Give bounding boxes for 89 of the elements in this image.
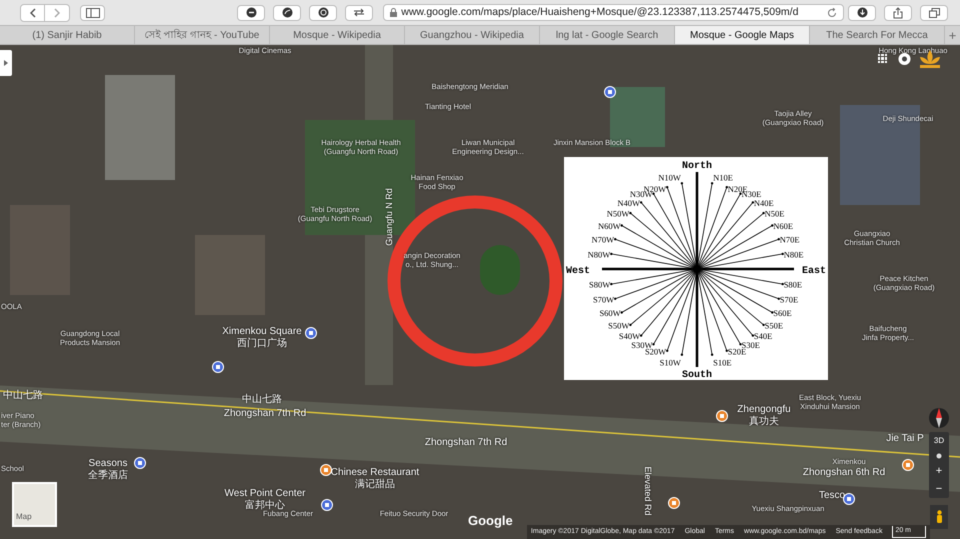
place-label: Seasons 全季酒店: [88, 458, 128, 481]
bearing-label: S80W: [589, 280, 610, 290]
bearing-label: S10W: [660, 358, 681, 368]
bearing-label: N80E: [784, 249, 804, 260]
map-marker-icon[interactable]: [212, 361, 224, 373]
bearing-label: S40E: [754, 331, 772, 342]
bearing-label: S50W: [608, 320, 630, 330]
bearing-label: N60E: [773, 221, 794, 231]
bearing-label: N50W: [606, 208, 630, 219]
stop-sign-icon: [246, 7, 257, 18]
bearing-label: S10E: [713, 358, 732, 368]
zoom-in-button[interactable]: +: [929, 462, 949, 480]
road-label: 中山七路: [242, 394, 282, 406]
extension-button[interactable]: [309, 4, 338, 20]
extension-button[interactable]: [345, 4, 374, 20]
map-marker-icon[interactable]: [320, 464, 332, 476]
satellite-map[interactable]: [0, 45, 960, 539]
place-label: Zhengongfu 真功夫: [737, 404, 791, 427]
cardinal-label: West: [566, 266, 590, 277]
cardinal-label: East: [802, 266, 826, 277]
map-marker-icon[interactable]: [305, 327, 317, 339]
new-tab-button[interactable]: +: [945, 26, 960, 44]
map-marker-icon[interactable]: [604, 86, 616, 98]
map-marker-icon[interactable]: [843, 493, 855, 505]
bearing-label: S60E: [773, 308, 792, 318]
bearing-label: S60W: [599, 308, 621, 318]
download-icon: [856, 7, 868, 18]
pegman-button[interactable]: [930, 505, 948, 529]
tabs-icon: [928, 8, 940, 18]
extension-button[interactable]: [237, 4, 266, 20]
download-button[interactable]: [848, 4, 876, 20]
bearing-label: N40E: [754, 198, 774, 208]
3d-view-button[interactable]: 3D: [929, 432, 949, 450]
share-icon: [893, 6, 903, 18]
bearing-label: N50E: [764, 208, 784, 219]
bearing-label: N70W: [592, 234, 614, 245]
place-label: Tesco: [818, 490, 846, 502]
bearing-label: N10W: [658, 172, 681, 182]
road-label: Guangfu N Rd: [384, 188, 394, 246]
bearing-label: S70E: [780, 294, 798, 304]
map-type-thumbnail[interactable]: Map: [12, 482, 57, 527]
bearing-label: N70E: [780, 234, 800, 245]
bearing-label: S30E: [742, 340, 760, 350]
map-marker-icon[interactable]: [668, 497, 680, 509]
google-logo: Google: [468, 512, 513, 530]
map-marker-icon[interactable]: [902, 459, 914, 471]
side-panel-toggle[interactable]: [0, 50, 12, 76]
expand-icon: [4, 60, 8, 66]
map-type-label: Map: [16, 511, 32, 523]
bearing-label: S80E: [784, 280, 802, 290]
tree-canopy: [480, 245, 520, 295]
bearing-label: S30W: [631, 340, 652, 350]
bearing-label: N40W: [617, 198, 640, 208]
share-button[interactable]: [884, 4, 912, 20]
place-label: West Point Center 富邦中心: [224, 488, 306, 510]
apps-grid-icon[interactable]: [878, 54, 887, 63]
swap-arrows-icon: [353, 8, 366, 17]
cardinal-label: South: [682, 370, 712, 380]
address-bar[interactable]: www.google.com/maps/place/Huaisheng+Mosque/@23.123387,113.2574475,509m/d: [383, 4, 844, 21]
back-icon: [30, 8, 36, 18]
map-marker-icon[interactable]: [321, 499, 333, 511]
road-label: Elevated Rd: [642, 466, 654, 516]
zoom-out-button[interactable]: −: [929, 480, 949, 498]
extension-button[interactable]: [273, 4, 302, 20]
place-label: Ximenkou Square 西门口广场: [222, 326, 302, 349]
road-label: Zhongshan 6th Rd: [802, 467, 886, 478]
bearing-label: S40W: [618, 331, 640, 342]
bearing-label: S70W: [592, 294, 614, 304]
compass-icon[interactable]: [929, 406, 949, 430]
forward-icon: [54, 8, 60, 18]
cardinal-label: North: [682, 161, 712, 172]
reload-icon[interactable]: [827, 8, 837, 18]
sidebar-button[interactable]: [80, 4, 106, 20]
url-text: www.google.com/maps/place/Huaisheng+Mosque/@23.123387,113.2574475,509m/d: [401, 4, 800, 20]
tabs-overview-button[interactable]: [920, 4, 948, 20]
bearing-label: N10E: [713, 172, 733, 182]
place-label: Jie Tai P: [886, 433, 924, 444]
road-label: Zhongshan 7th Rd: [424, 437, 508, 448]
bearing-label: N60W: [598, 221, 621, 231]
lock-icon: [390, 8, 398, 17]
map-marker-icon[interactable]: [134, 457, 146, 469]
browser-tab[interactable]: Mosque - Google Maps: [675, 26, 810, 44]
bearing-label: N80W: [588, 249, 610, 260]
place-label: Chinese Restaurant 满记甜品: [330, 467, 420, 490]
map-marker-icon[interactable]: [716, 410, 728, 422]
person-icon: [936, 510, 942, 524]
bearing-label: S50E: [764, 320, 784, 330]
sidebar-icon: [86, 8, 100, 18]
rotate-icon[interactable]: [936, 453, 942, 459]
